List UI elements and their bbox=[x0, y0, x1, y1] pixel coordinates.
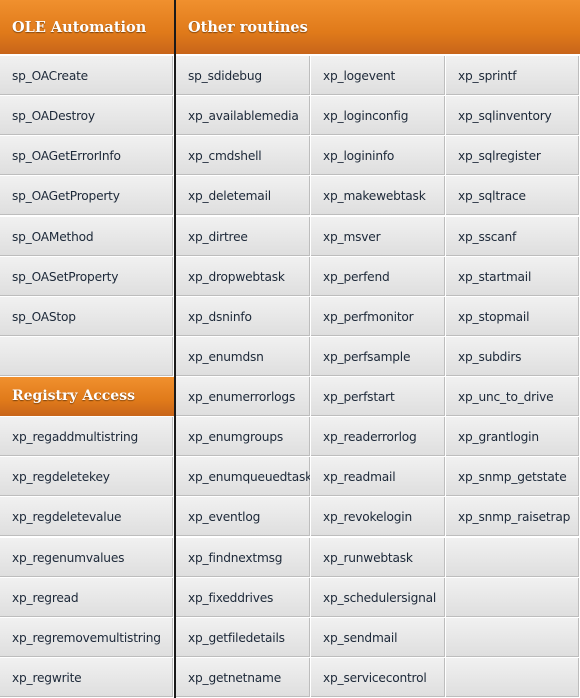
routine-item: xp_readmail bbox=[311, 457, 446, 498]
header-registry-access: Registry Access bbox=[0, 377, 174, 418]
empty-cell bbox=[446, 617, 580, 658]
routine-item: xp_perfstart bbox=[311, 377, 446, 418]
routine-item: xp_findnextmsg bbox=[176, 537, 311, 578]
routine-item: xp_availablemedia bbox=[176, 96, 311, 137]
routine-item: xp_servicecontrol bbox=[311, 657, 446, 698]
routine-item: xp_perfend bbox=[311, 256, 446, 297]
ole-item: sp_OAStop bbox=[0, 296, 174, 337]
registry-item: xp_regaddmultistring bbox=[0, 417, 174, 458]
ole-item: sp_OASetProperty bbox=[0, 256, 174, 297]
routine-item: xp_startmail bbox=[446, 256, 580, 297]
routine-item: xp_snmp_getstate bbox=[446, 457, 580, 498]
routine-item: xp_sqlinventory bbox=[446, 96, 580, 137]
routine-item: xp_dropwebtask bbox=[176, 256, 311, 297]
ole-item: sp_OADestroy bbox=[0, 96, 174, 137]
empty-cell bbox=[446, 537, 580, 578]
routine-item: xp_sendmail bbox=[311, 617, 446, 658]
routine-item: xp_enumdsn bbox=[176, 336, 311, 377]
routine-item: xp_enumgroups bbox=[176, 417, 311, 458]
registry-item: xp_regwrite bbox=[0, 657, 174, 698]
routine-item: xp_deletemail bbox=[176, 176, 311, 217]
routine-item: xp_getfiledetails bbox=[176, 617, 311, 658]
routine-item: xp_enumqueuedtasks bbox=[176, 457, 311, 498]
routine-item: xp_cmdshell bbox=[176, 136, 311, 177]
header-other-routines: Other routines bbox=[176, 0, 580, 55]
routine-item: xp_runwebtask bbox=[311, 537, 446, 578]
ole-item: sp_OAGetProperty bbox=[0, 176, 174, 217]
registry-item: xp_regdeletekey bbox=[0, 457, 174, 498]
empty-cell bbox=[446, 577, 580, 618]
routine-item: xp_sprintf bbox=[446, 56, 580, 96]
routine-item: xp_subdirs bbox=[446, 336, 580, 377]
routine-item: xp_perfmonitor bbox=[311, 296, 446, 337]
routine-item: xp_stopmail bbox=[446, 296, 580, 337]
registry-item: xp_regenumvalues bbox=[0, 537, 174, 578]
routine-item: xp_dirtree bbox=[176, 216, 311, 257]
routine-item: xp_sqltrace bbox=[446, 176, 580, 217]
empty-cell bbox=[0, 336, 174, 377]
routines-table: OLE Automation Other routines sp_OACreat… bbox=[0, 0, 580, 698]
routine-item: xp_enumerrorlogs bbox=[176, 377, 311, 418]
header-ole-automation: OLE Automation bbox=[0, 0, 174, 55]
routine-item: xp_grantlogin bbox=[446, 417, 580, 458]
routine-item: xp_revokelogin bbox=[311, 497, 446, 538]
routine-item: xp_snmp_raisetrap bbox=[446, 497, 580, 538]
registry-item: xp_regread bbox=[0, 577, 174, 618]
routine-item: xp_logininfo bbox=[311, 136, 446, 177]
routine-item: sp_sdidebug bbox=[176, 56, 311, 96]
routine-item: xp_loginconfig bbox=[311, 96, 446, 137]
routine-item: xp_unc_to_drive bbox=[446, 377, 580, 418]
routine-item: xp_sscanf bbox=[446, 216, 580, 257]
routine-item: xp_fixeddrives bbox=[176, 577, 311, 618]
routine-item: xp_perfsample bbox=[311, 336, 446, 377]
routine-item: xp_getnetname bbox=[176, 657, 311, 698]
routine-item: xp_makewebtask bbox=[311, 176, 446, 217]
registry-item: xp_regremovemultistring bbox=[0, 617, 174, 658]
routine-item: xp_sqlregister bbox=[446, 136, 580, 177]
routine-item: xp_schedulersignal bbox=[311, 577, 446, 618]
routine-item: xp_msver bbox=[311, 216, 446, 257]
empty-cell bbox=[446, 657, 580, 698]
routine-item: xp_dsninfo bbox=[176, 296, 311, 337]
ole-item: sp_OAMethod bbox=[0, 216, 174, 257]
ole-item: sp_OAGetErrorInfo bbox=[0, 136, 174, 177]
routine-item: xp_readerrorlog bbox=[311, 417, 446, 458]
ole-item: sp_OACreate bbox=[0, 56, 174, 96]
routine-item: xp_logevent bbox=[311, 56, 446, 96]
registry-item: xp_regdeletevalue bbox=[0, 497, 174, 538]
routine-item: xp_eventlog bbox=[176, 497, 311, 538]
